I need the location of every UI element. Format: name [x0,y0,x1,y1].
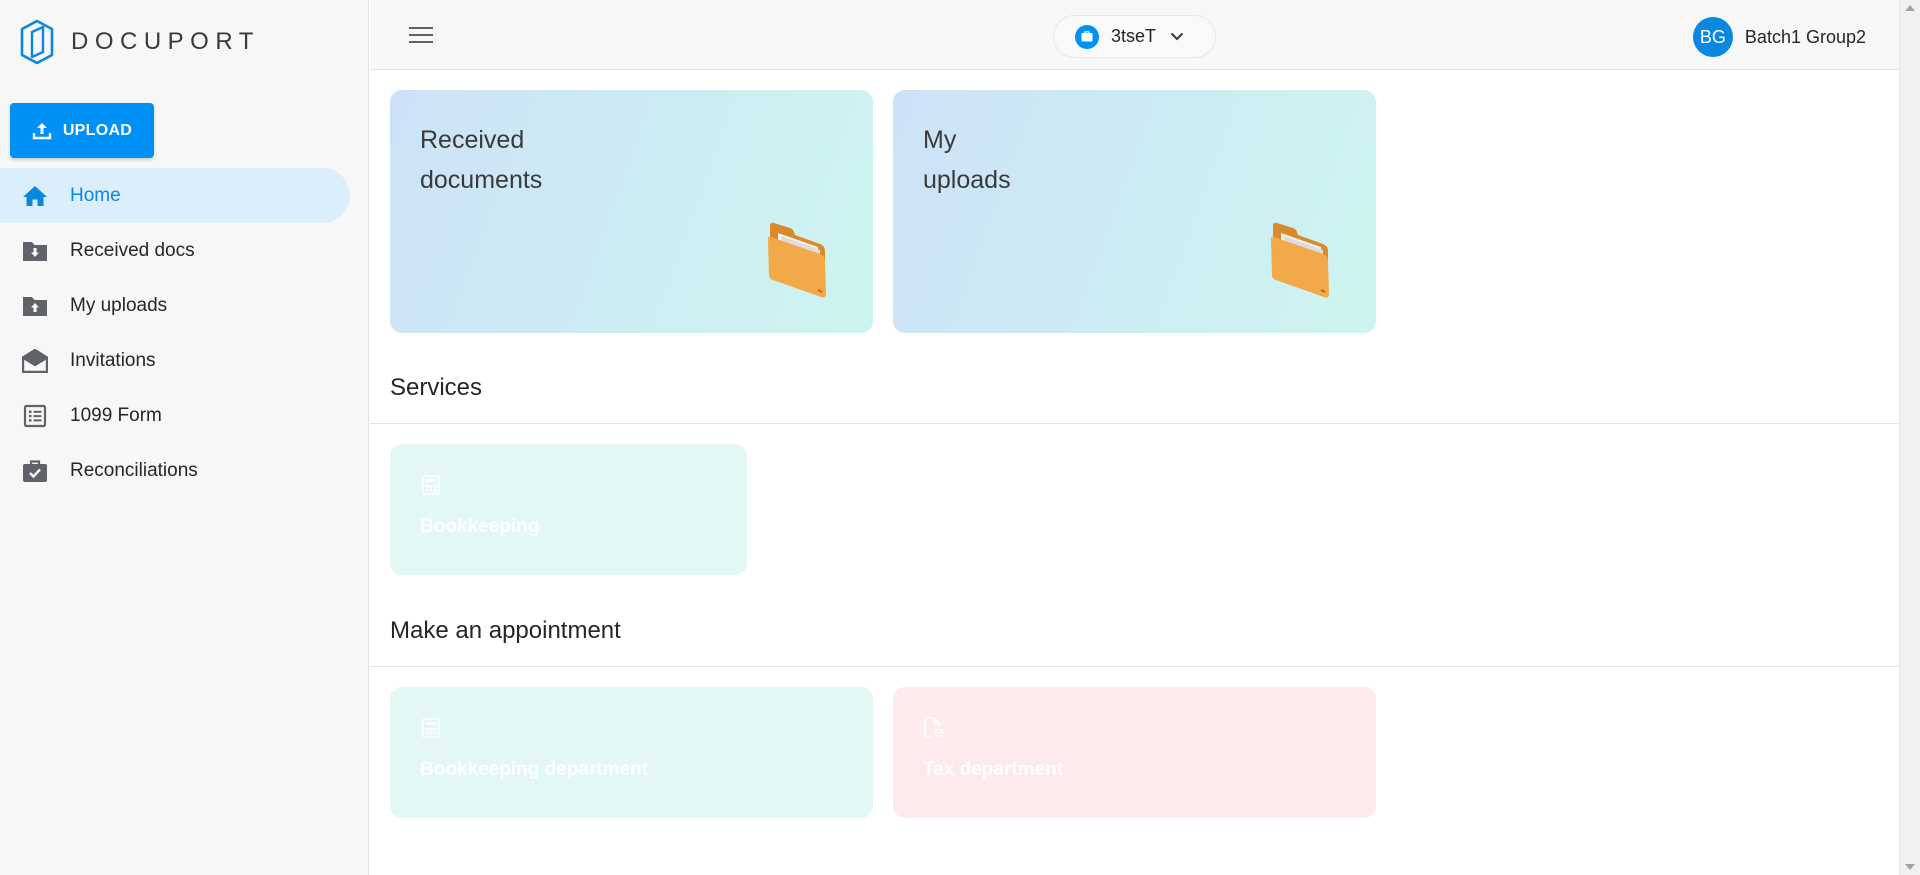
brand-name: DOCUPORT [71,28,260,55]
list-form-icon [22,403,48,429]
folder-upload-icon [22,293,48,319]
appointment-label: Tax department [923,759,1064,780]
calculator-icon [420,474,442,496]
divider [370,423,1899,424]
company-selector[interactable]: 3tseT [1053,15,1216,58]
upload-button[interactable]: UPLOAD [10,103,154,158]
card-title: My uploads [923,120,1123,200]
services-title: Services [390,374,483,401]
appointment-bookkeeping-department-card[interactable]: Bookkeeping department [390,687,873,818]
hamburger-menu-icon[interactable] [408,22,434,48]
sidebar-item-label: Reconciliations [70,459,198,481]
user-name: Batch1 Group2 [1744,26,1866,47]
folder-icon [1270,222,1329,298]
service-label: Bookkeeping [420,516,540,537]
sidebar-nav: Home Received docs My uploads Invitation… [0,168,350,498]
sidebar-item-invitations[interactable]: Invitations [0,333,350,388]
upload-icon [32,122,52,139]
company-name: 3tseT [1111,26,1157,46]
scroll-down-arrow-icon[interactable] [1905,864,1915,870]
briefcase-check-icon [22,458,48,484]
avatar: BG [1692,17,1733,57]
page-scrollbar[interactable] [1899,0,1920,875]
received-documents-card[interactable]: Received documents [390,90,873,333]
sidebar-item-label: My uploads [70,294,168,316]
sidebar-item-label: 1099 Form [70,404,162,426]
app-root: DOCUPORT UPLOAD Home Received docs My up… [0,0,1920,875]
top-bar: 3tseT BG Batch1 Group2 [370,0,1899,70]
appointment-label: Bookkeeping department [420,759,649,780]
service-bookkeeping-card[interactable]: Bookkeeping [390,444,747,575]
briefcase-icon [1075,24,1099,49]
card-title-line: uploads [923,166,1011,194]
card-title: Received documents [420,120,620,200]
card-title-line: My [923,126,957,154]
sidebar-item-1099-form[interactable]: 1099 Form [0,388,350,443]
sidebar-item-received-docs[interactable]: Received docs [0,223,350,278]
sidebar-item-label: Received docs [70,239,195,261]
sidebar-item-label: Home [70,184,121,206]
home-icon [22,183,48,209]
logo[interactable]: DOCUPORT [19,19,260,65]
sidebar-item-my-uploads[interactable]: My uploads [0,278,350,333]
folder-download-icon [22,238,48,264]
sidebar: DOCUPORT UPLOAD Home Received docs My up… [0,0,369,875]
main-content: Received documents My uploads Services B… [370,71,1899,875]
sidebar-item-reconciliations[interactable]: Reconciliations [0,443,350,498]
scroll-up-arrow-icon[interactable] [1905,5,1915,11]
card-title-line: documents [420,166,543,194]
my-uploads-card[interactable]: My uploads [893,90,1376,333]
appointment-tax-department-card[interactable]: Tax department [893,687,1376,818]
appointment-title: Make an appointment [390,617,621,644]
folder-icon [767,222,826,298]
user-menu[interactable]: BG Batch1 Group2 [1692,17,1866,57]
upload-button-label: UPLOAD [62,121,133,139]
chevron-down-icon [1170,32,1184,41]
envelope-open-icon [22,348,48,374]
document-gear-icon [923,717,945,739]
divider [370,666,1899,667]
sidebar-item-home[interactable]: Home [0,168,350,223]
calculator-icon [420,717,442,739]
docuport-logo-icon [20,19,54,65]
sidebar-item-label: Invitations [70,349,156,371]
card-title-line: Received [420,126,525,154]
